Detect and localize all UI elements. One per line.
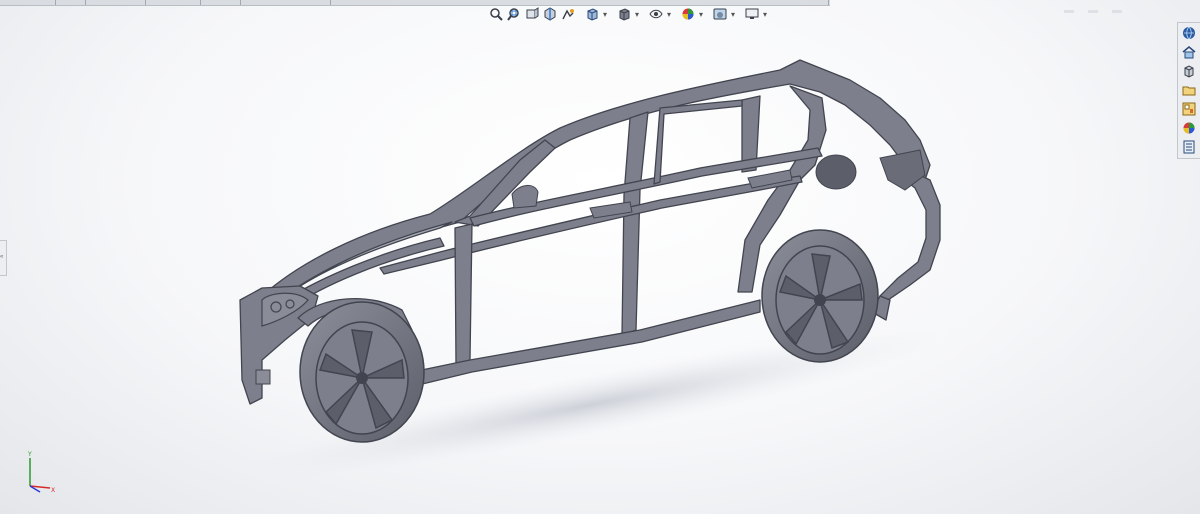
triad-x-label: X [51,487,55,494]
side-mirror-icon[interactable] [511,185,539,209]
front-wheel[interactable] [299,301,425,443]
car-model-viewport[interactable] [0,0,1200,514]
b-pillar[interactable] [621,111,649,336]
rear-wheel[interactable] [761,229,879,363]
front-door-edge[interactable] [454,223,473,366]
rear-hatch[interactable] [879,167,941,301]
fuel-cap[interactable] [815,154,857,190]
triad-y-label: Y [27,451,32,458]
fog-light[interactable] [255,369,271,385]
reference-triad: Y X [27,451,55,494]
